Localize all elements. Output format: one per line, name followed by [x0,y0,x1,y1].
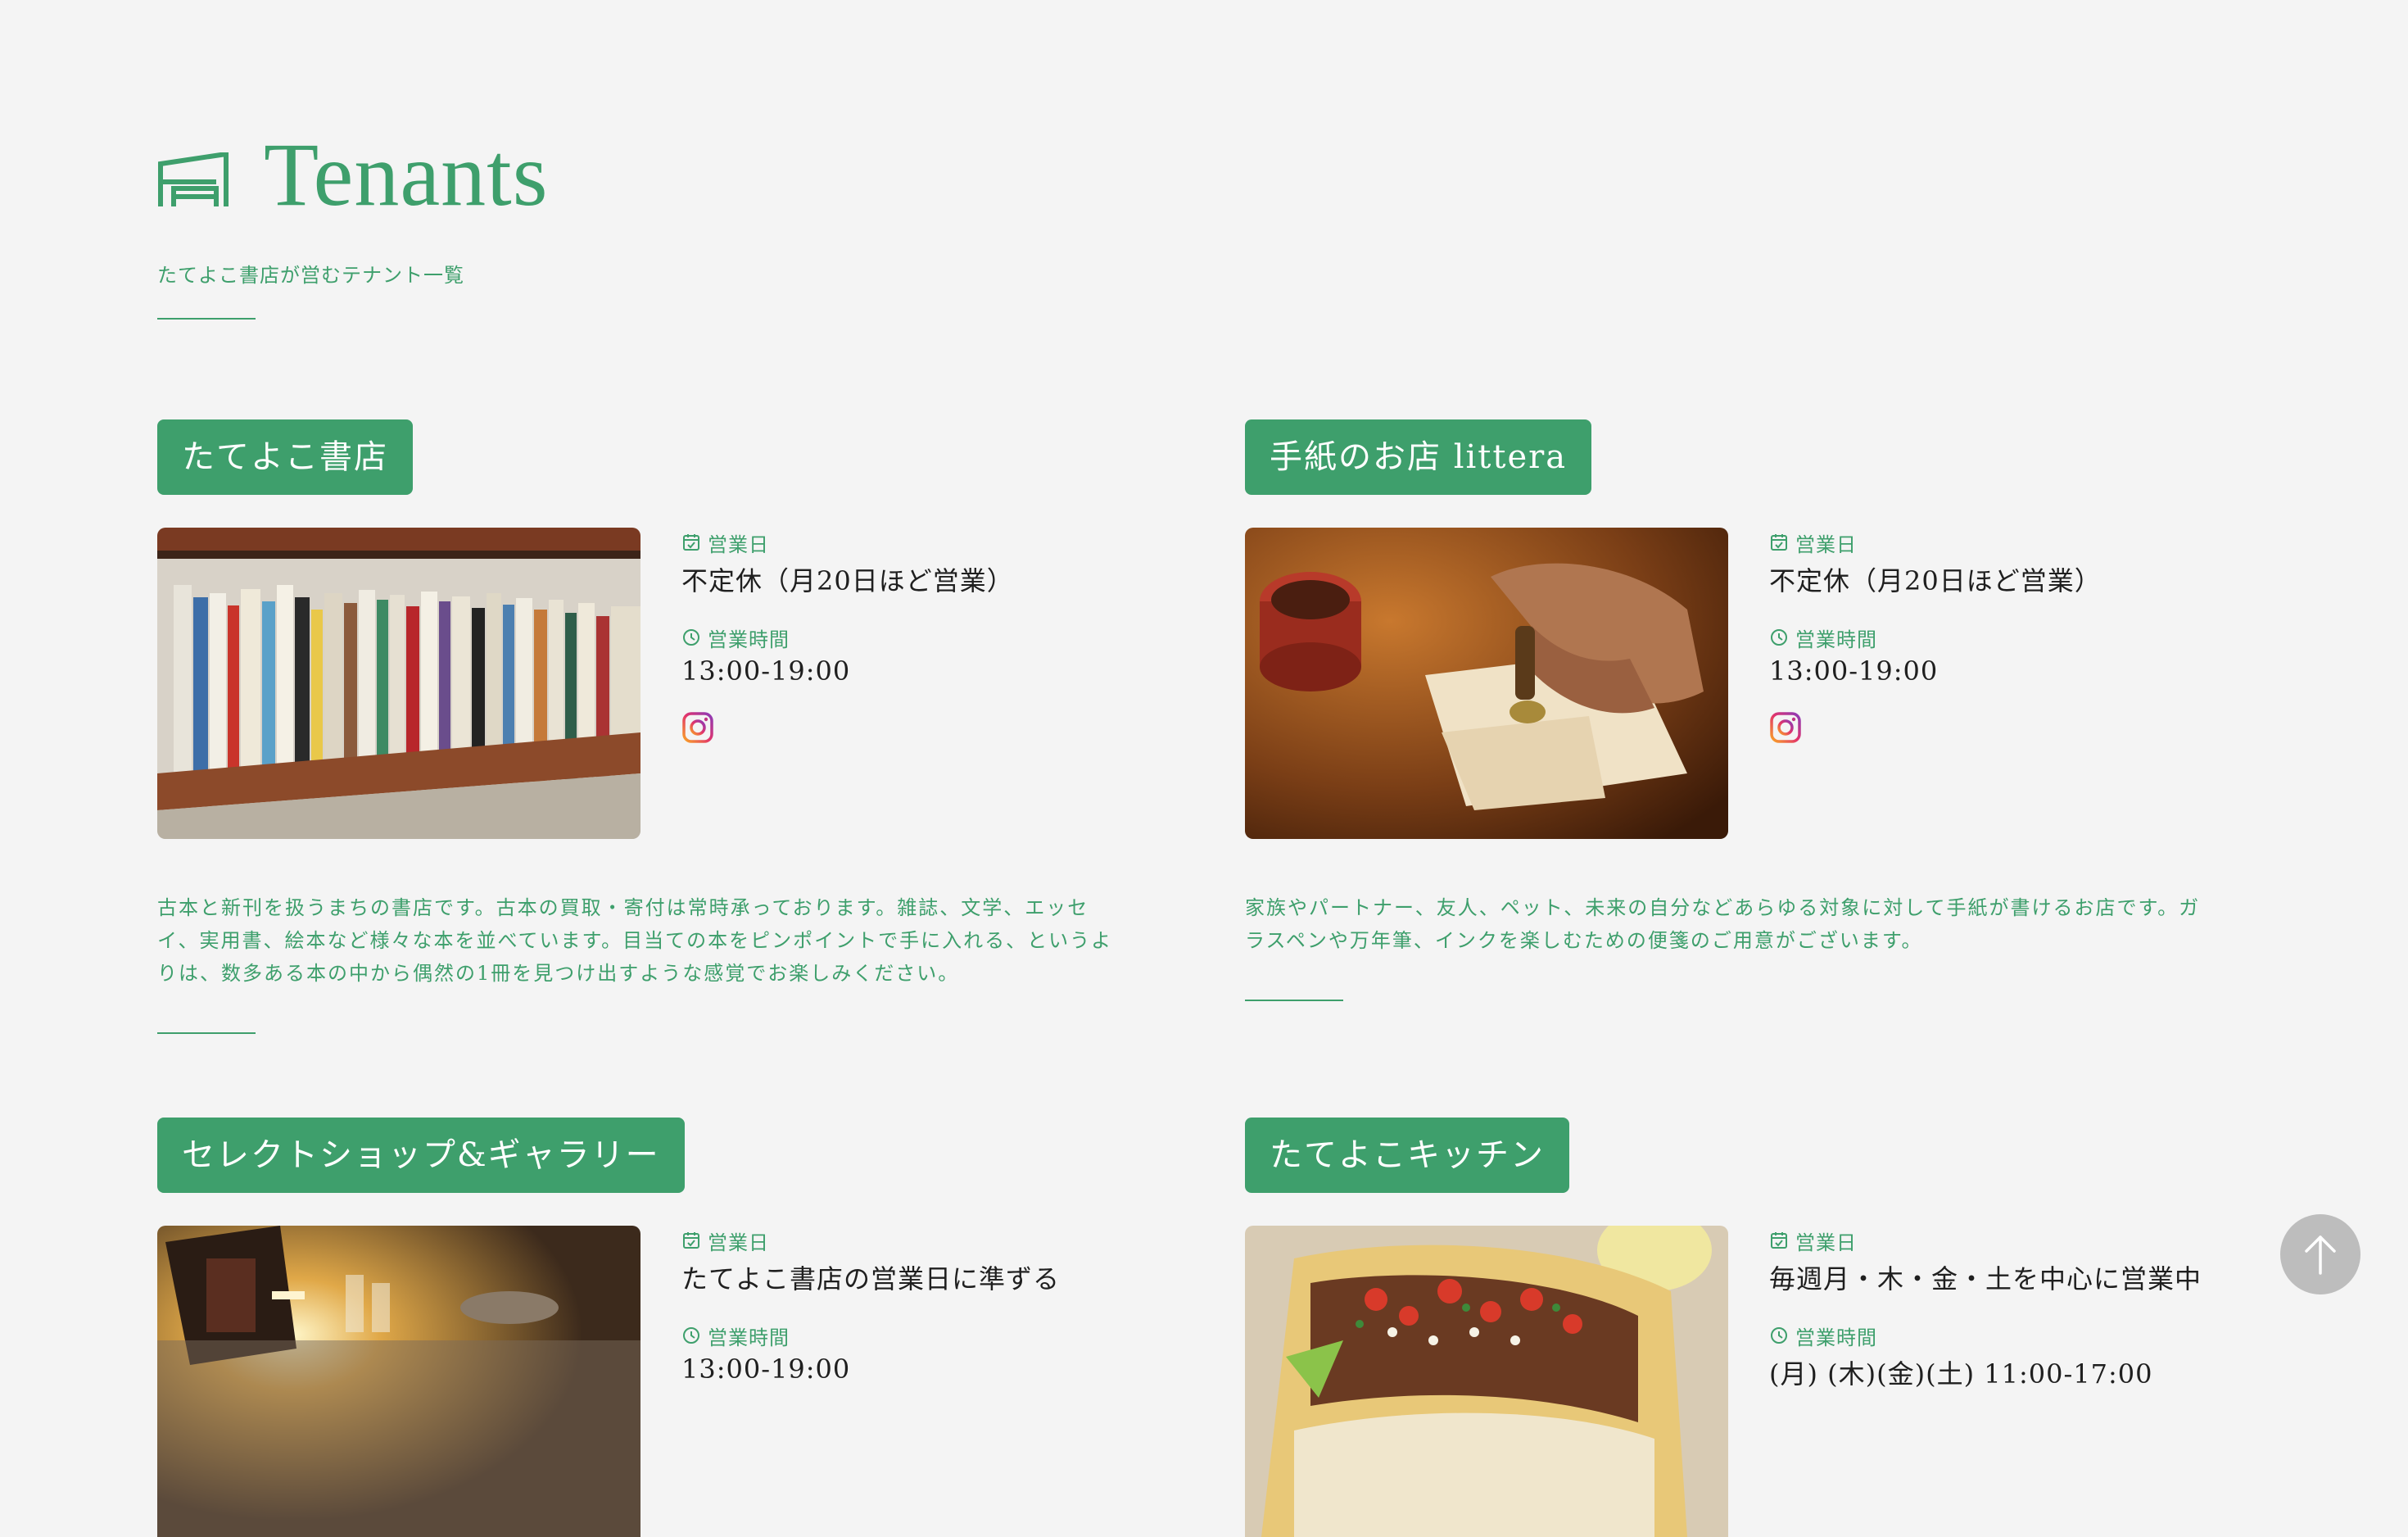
business-hours-value: (月) (木)(金)(土) 11:00-17:00 [1769,1358,2153,1390]
storefront-icon [158,152,229,206]
tenant-photo-wax-seal [1245,528,1728,839]
tenant-photo-bookshelf [157,528,640,839]
tenant-description: 古本と新刊を扱うまちの書店です。古本の買取・寄付は常時承っております。雑誌、文学… [157,896,1113,985]
tenant-divider [157,1032,256,1034]
business-days-label: 営業日 [1769,528,2261,557]
tenant-info: 営業日 不定休（月20日ほど営業） 営業時間 13:00-19:00 [681,528,1173,744]
business-days-label: 営業日 [681,528,1173,557]
business-hours-value: 13:00-19:00 [681,1353,851,1385]
business-days-label: 営業日 [1769,1226,2261,1255]
business-hours-label: 営業時間 [1769,1321,2261,1350]
tenant-info: 営業日 不定休（月20日ほど営業） 営業時間 13:00-19:00 [1769,528,2261,744]
business-days-value: たてよこ書店の営業日に準ずる [681,1263,1061,1294]
clock-icon [683,1327,699,1344]
clock-icon [683,629,699,646]
tenant-description: 家族やパートナー、友人、ペット、未来の自分などあらゆる対象に対して手紙が書けるお… [1245,896,2201,952]
calendar-icon [683,1232,699,1249]
business-hours-value: 13:00-19:00 [1769,655,1939,687]
tenant-card: セレクトショップ&ギャラリー 営業日 たてよこ書店の営業日に準ずる 営業時間 1… [157,1118,1173,1537]
tenant-card: たてよこキッチン 営業日 毎週月・木・金・土を中心に営業中 営業時間 (月) (… [1245,1118,2261,1537]
business-days-value: 不定休（月20日ほど営業） [1769,565,2102,596]
tenant-info: 営業日 たてよこ書店の営業日に準ずる 営業時間 13:00-19:00 [681,1226,1173,1385]
calendar-icon [683,534,699,551]
tenant-photo-gallery [157,1226,640,1537]
tenants-page: Tenants たてよこ書店が営むテナント一覧 たてよこ書店 営業日 不定休（月… [0,0,2408,1537]
tenant-card: 手紙のお店 littera 営業日 不定休（月20日ほど営業） 営業時間 13:… [1245,419,2261,1009]
business-hours-value: 13:00-19:00 [681,655,851,687]
business-days-value: 不定休（月20日ほど営業） [681,565,1014,596]
business-hours-label: 営業時間 [681,623,1173,652]
business-hours-label: 営業時間 [681,1321,1173,1350]
clock-icon [1771,1327,1787,1344]
tenant-name: たてよこ書店 [157,419,413,495]
business-days-value: 毎週月・木・金・土を中心に営業中 [1769,1263,2202,1294]
clock-icon [1771,629,1787,646]
instagram-icon[interactable] [681,711,714,744]
instagram-icon[interactable] [1769,711,1802,744]
tenant-card: たてよこ書店 営業日 不定休（月20日ほど営業） 営業時間 13:00-19:0… [157,419,1173,1042]
tenant-name: たてよこキッチン [1245,1118,1569,1193]
header-divider [157,318,256,320]
scroll-to-top-button[interactable] [2280,1214,2360,1294]
tenant-info: 営業日 毎週月・木・金・土を中心に営業中 営業時間 (月) (木)(金)(土) … [1769,1226,2261,1391]
calendar-icon [1771,534,1787,551]
arrow-up-icon [2305,1235,2336,1275]
business-hours-label: 営業時間 [1769,623,2261,652]
tenant-photo-tacos [1245,1226,1728,1537]
tenant-divider [1245,1000,1343,1001]
calendar-icon [1771,1232,1787,1249]
page-subtitle: たてよこ書店が営むテナント一覧 [157,264,464,287]
tenant-name: セレクトショップ&ギャラリー [157,1118,685,1193]
business-days-label: 営業日 [681,1226,1173,1255]
tenant-name: 手紙のお店 littera [1245,419,1592,495]
page-title: Tenants [264,125,549,224]
